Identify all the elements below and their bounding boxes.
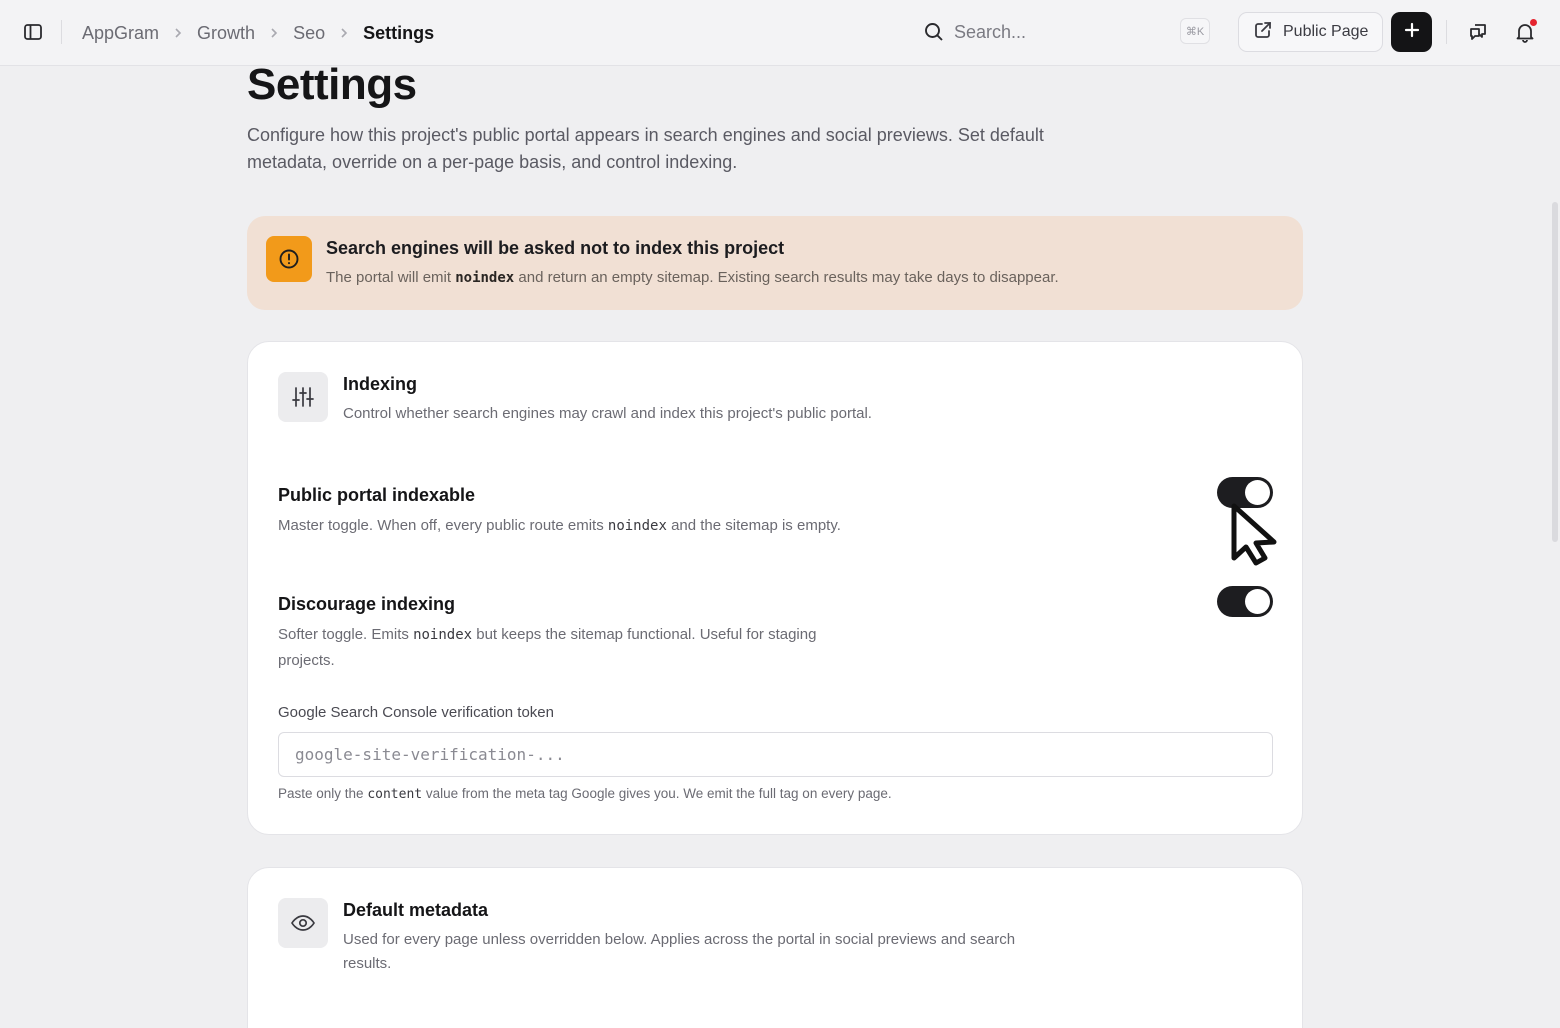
- discourage-indexing-description: Softer toggle. Emits noindex but keeps t…: [278, 626, 817, 669]
- scrollbar[interactable]: [1550, 66, 1560, 1028]
- page-description: Configure how this project's public port…: [247, 125, 1044, 172]
- breadcrumb-item-seo[interactable]: Seo: [293, 23, 325, 44]
- discourage-indexing-toggle[interactable]: [1217, 586, 1273, 617]
- toggle-knob: [1245, 480, 1270, 505]
- chevron-right-icon: [269, 27, 279, 39]
- notification-bell-icon[interactable]: [1512, 18, 1538, 46]
- indexing-card-description: Control whether search engines may crawl…: [343, 405, 872, 422]
- search-shortcut-badge: ⌘K: [1180, 18, 1210, 44]
- noindex-code: noindex: [455, 270, 515, 286]
- search-icon: [914, 22, 954, 42]
- chat-icon[interactable]: [1465, 18, 1491, 46]
- eye-icon: [278, 898, 328, 948]
- chevron-right-icon: [173, 27, 183, 39]
- default-metadata-card: Default metadata Used for every page unl…: [247, 867, 1303, 1028]
- default-metadata-title: Default metadata: [343, 900, 489, 920]
- breadcrumb: AppGram Growth Seo Settings: [82, 0, 434, 66]
- indexing-card: Indexing Control whether search engines …: [247, 341, 1303, 835]
- search-input[interactable]: Search...: [914, 12, 1214, 52]
- public-portal-indexable-description: Master toggle. When off, every public ro…: [278, 517, 841, 534]
- chevron-right-icon: [339, 27, 349, 39]
- external-link-icon: [1253, 20, 1273, 45]
- breadcrumb-item-growth[interactable]: Growth: [197, 23, 255, 44]
- alert-circle-icon: [266, 236, 312, 282]
- public-portal-indexable-title: Public portal indexable: [278, 485, 476, 505]
- sidebar-toggle-icon[interactable]: [22, 21, 44, 43]
- public-page-button[interactable]: Public Page: [1238, 12, 1383, 52]
- breadcrumb-item-appgram[interactable]: AppGram: [82, 23, 159, 44]
- alert-description: The portal will emit noindex and return …: [326, 269, 1059, 286]
- plus-icon: [1404, 22, 1420, 43]
- notification-dot: [1529, 18, 1538, 27]
- toggle-knob: [1245, 589, 1270, 614]
- verification-token-label: Google Search Console verification token: [278, 704, 554, 721]
- breadcrumb-item-settings: Settings: [363, 22, 435, 43]
- discourage-indexing-title: Discourage indexing: [278, 594, 456, 614]
- page-title: Settings: [247, 60, 417, 109]
- add-button[interactable]: [1391, 12, 1432, 52]
- public-page-label: Public Page: [1283, 23, 1369, 40]
- public-portal-indexable-toggle[interactable]: [1217, 477, 1273, 508]
- top-bar: AppGram Growth Seo Settings Search... ⌘K: [0, 0, 1560, 66]
- divider: [61, 20, 62, 44]
- default-metadata-description: Used for every page unless overridden be…: [343, 931, 1016, 972]
- alert-title: Search engines will be asked not to inde…: [326, 238, 785, 258]
- search-placeholder: Search...: [954, 21, 1027, 42]
- noindex-warning-alert: Search engines will be asked not to inde…: [247, 216, 1303, 310]
- divider: [1446, 20, 1447, 44]
- indexing-card-title: Indexing: [343, 374, 418, 394]
- verification-token-help: Paste only the content value from the me…: [278, 786, 892, 802]
- scrollbar-thumb[interactable]: [1552, 202, 1558, 542]
- sliders-icon: [278, 372, 328, 422]
- verification-token-input[interactable]: [278, 732, 1273, 777]
